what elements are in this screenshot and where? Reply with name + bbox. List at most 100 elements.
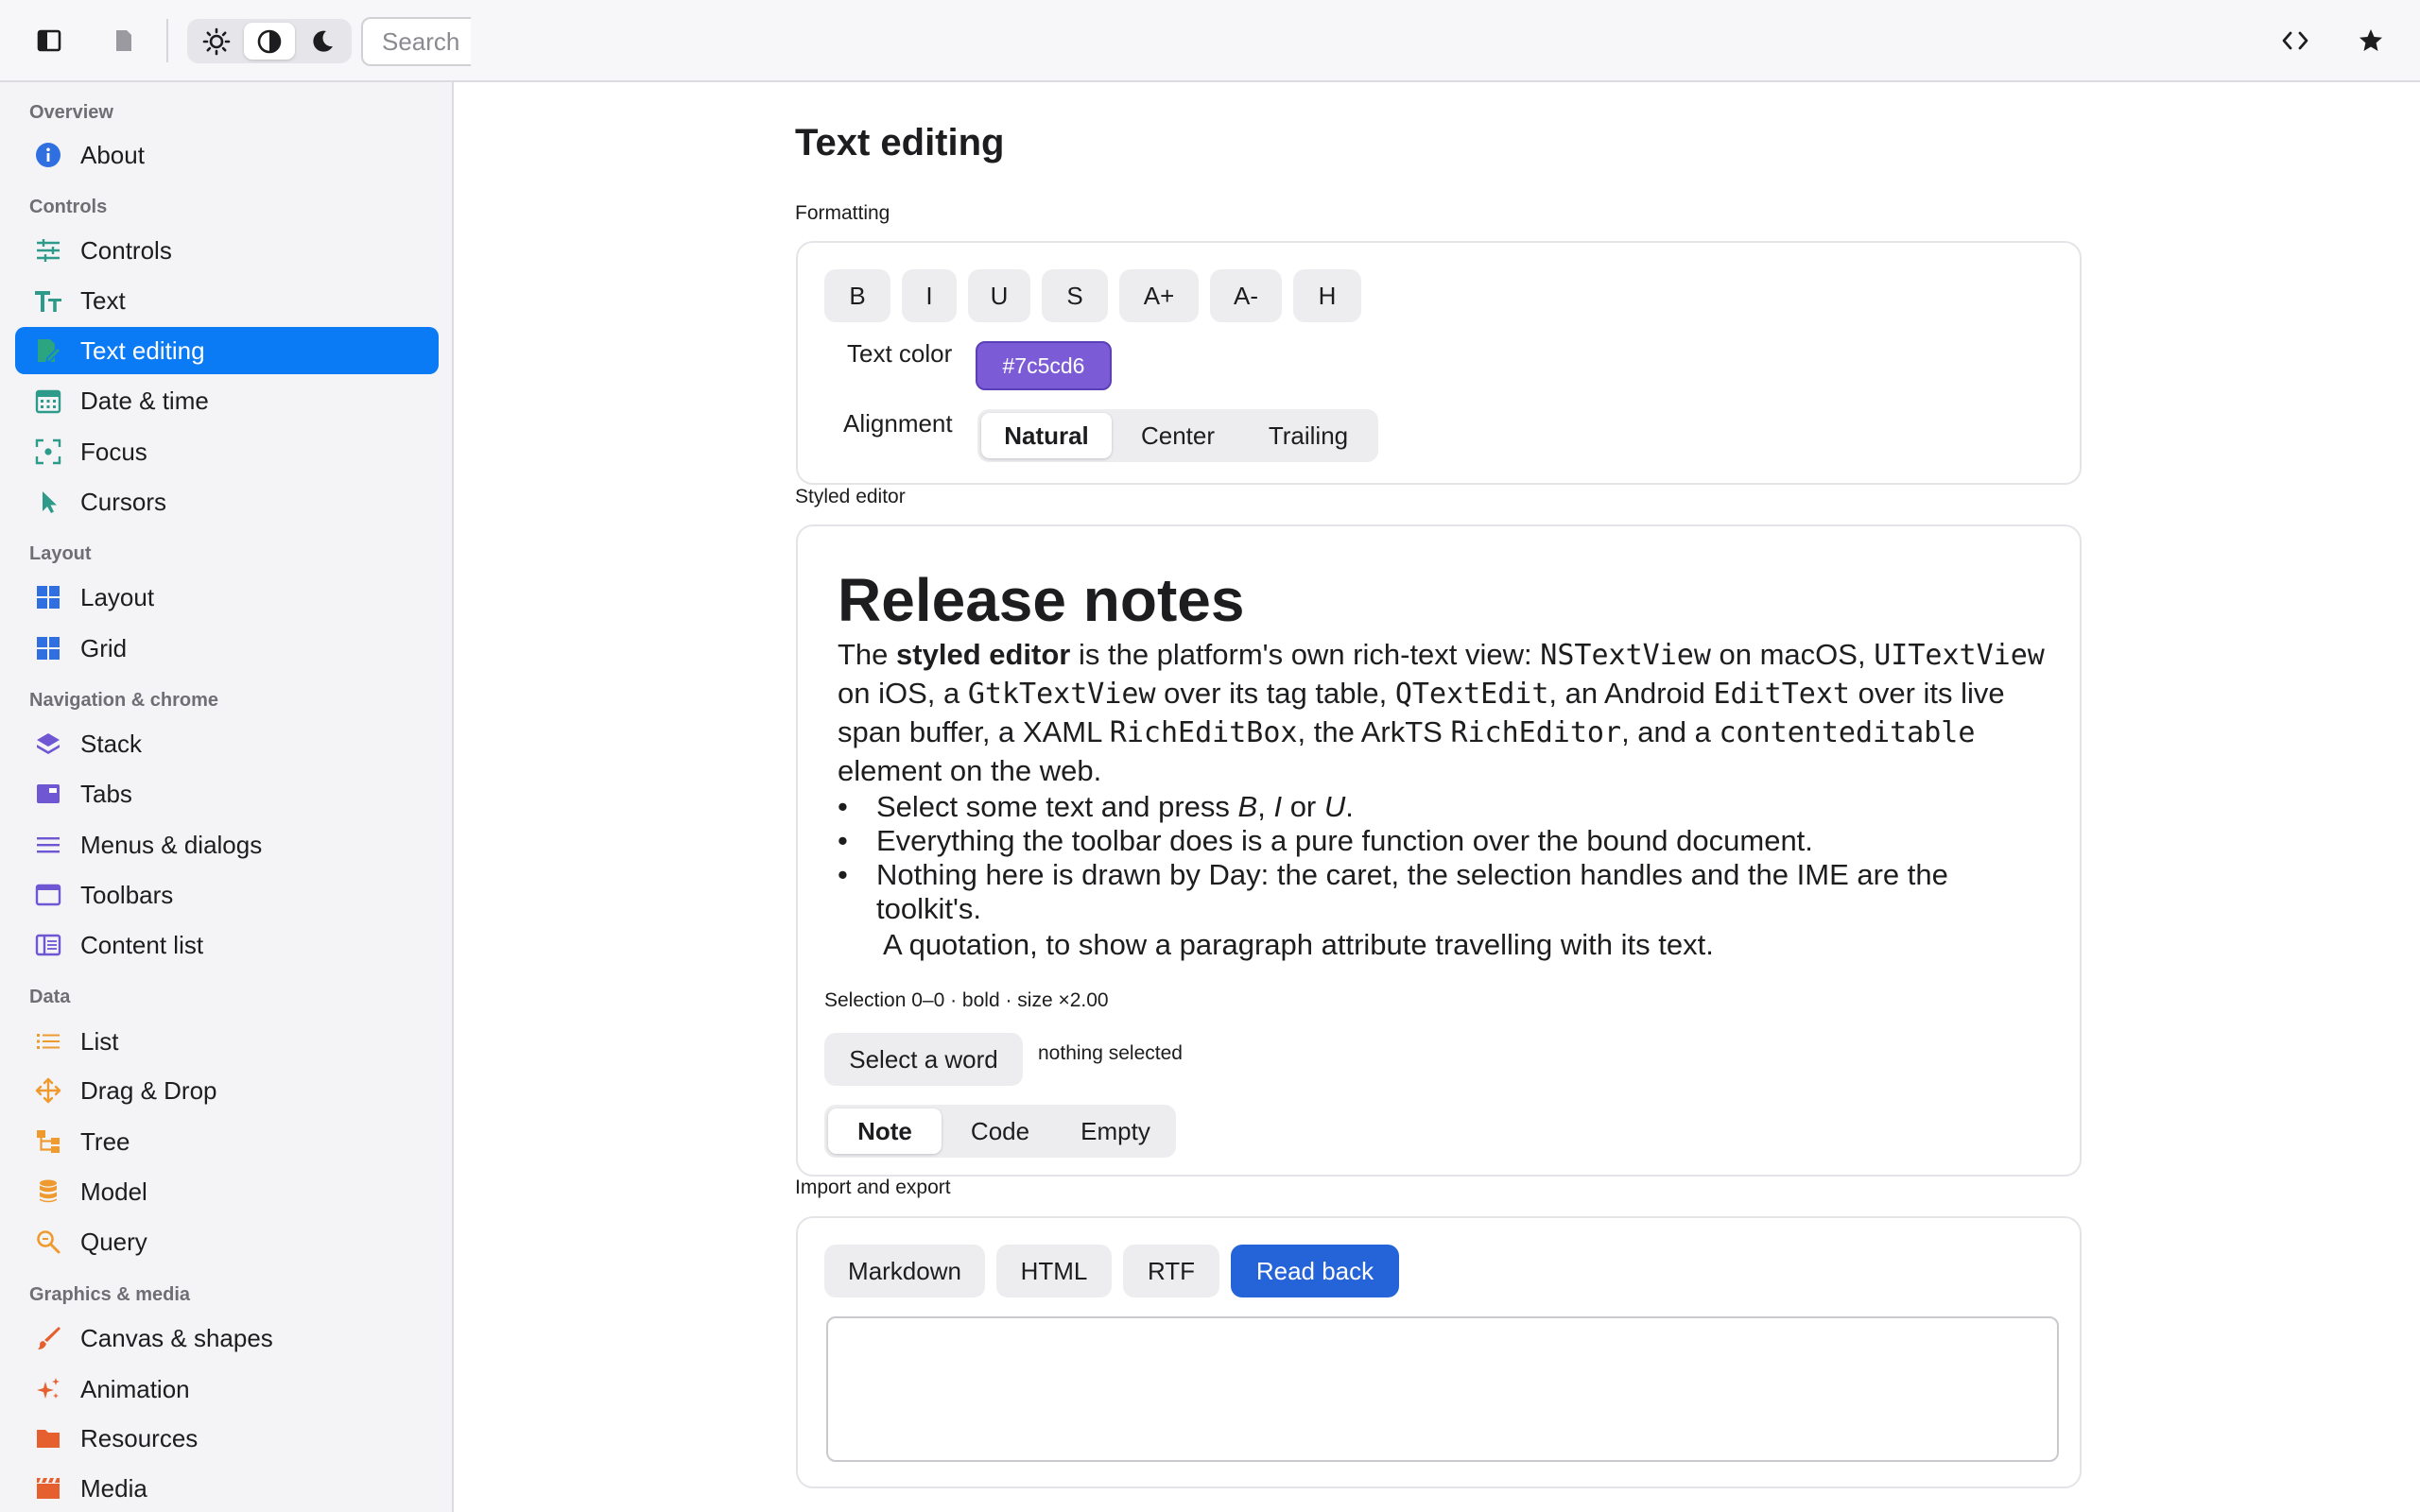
sidebar-toggle-icon[interactable]	[29, 21, 69, 60]
section-title-overview: Overview	[29, 102, 113, 123]
sidebar-item-label: Drag & Drop	[80, 1075, 217, 1105]
tree-icon	[34, 1127, 62, 1156]
read-back-button[interactable]: Read back	[1231, 1245, 1399, 1297]
rtf-button[interactable]: RTF	[1123, 1245, 1219, 1297]
sidebar-item-label: Content list	[80, 930, 204, 959]
main-content: Text editing Formatting B I U S A+ A- H …	[456, 82, 2420, 1512]
database-icon	[34, 1177, 62, 1206]
sidebar-item-text-editing[interactable]: Text editing	[15, 327, 439, 374]
sidebar-item-model[interactable]: Model	[15, 1168, 439, 1215]
grid-icon	[34, 634, 62, 662]
sidebar-item-label: Resources	[80, 1423, 199, 1452]
alignment-center-option[interactable]: Center	[1114, 413, 1242, 458]
decrease-size-button[interactable]: A-	[1210, 269, 1282, 322]
text-color-label: Text color	[847, 339, 953, 368]
sidebar-item-content-list[interactable]: Content list	[15, 921, 439, 969]
sidebar-item-layout[interactable]: Layout	[15, 574, 439, 621]
contrast-icon[interactable]	[244, 23, 295, 60]
alignment-trailing-option[interactable]: Trailing	[1244, 413, 1373, 458]
search-input[interactable]	[361, 17, 471, 66]
section-title-layout: Layout	[29, 543, 92, 564]
sidebar: Overview About Controls Controls Text Te…	[0, 82, 454, 1512]
alignment-natural-option[interactable]: Natural	[981, 413, 1112, 458]
import-export-label: Import and export	[795, 1177, 951, 1198]
preset-note-option[interactable]: Note	[828, 1108, 942, 1154]
underline-button[interactable]: U	[968, 269, 1030, 322]
sidebar-item-label: Tabs	[80, 779, 132, 808]
sun-icon[interactable]	[191, 23, 242, 60]
toolbar-divider	[166, 19, 168, 62]
rich-text-editor[interactable]: Release notes The styled editor is the p…	[838, 564, 2057, 964]
document-icon[interactable]	[104, 21, 144, 60]
cursor-icon	[34, 488, 62, 516]
markdown-button[interactable]: Markdown	[824, 1245, 985, 1297]
search-icon	[34, 1228, 62, 1256]
alignment-segmented-control: Natural Center Trailing	[977, 409, 1378, 462]
section-title-navigation: Navigation & chrome	[29, 690, 219, 711]
sidebar-item-label: Animation	[80, 1374, 190, 1403]
list-item: Nothing here is drawn by Day: the caret,…	[838, 858, 2057, 926]
styled-editor-card: Release notes The styled editor is the p…	[796, 524, 2082, 1177]
sidebar-item-about[interactable]: About	[15, 131, 439, 179]
increase-size-button[interactable]: A+	[1119, 269, 1199, 322]
sidebar-item-label: Canvas & shapes	[80, 1323, 273, 1352]
sidebar-item-text[interactable]: Text	[15, 277, 439, 324]
film-icon	[34, 1474, 62, 1503]
sidebar-item-label: Grid	[80, 633, 128, 662]
sidebar-item-label: Cursors	[80, 487, 167, 516]
moon-icon[interactable]	[297, 23, 348, 60]
brush-icon	[34, 1324, 62, 1352]
theme-switcher	[187, 19, 352, 63]
sidebar-item-stack[interactable]: Stack	[15, 720, 439, 767]
html-button[interactable]: HTML	[996, 1245, 1112, 1297]
preset-empty-option[interactable]: Empty	[1059, 1108, 1172, 1154]
document-preset-segmented-control: Note Code Empty	[824, 1105, 1176, 1158]
sidebar-item-tree[interactable]: Tree	[15, 1118, 439, 1165]
move-icon	[34, 1076, 62, 1105]
sidebar-item-media[interactable]: Media	[15, 1465, 439, 1512]
text-color-picker[interactable]: #7c5cd6	[976, 341, 1112, 390]
sidebar-item-controls[interactable]: Controls	[15, 227, 439, 274]
sidebar-item-date-time[interactable]: Date & time	[15, 377, 439, 424]
italic-button[interactable]: I	[902, 269, 957, 322]
info-icon	[34, 141, 62, 169]
sidebar-item-cursors[interactable]: Cursors	[15, 478, 439, 525]
menu-icon	[34, 831, 62, 859]
highlight-button[interactable]: H	[1293, 269, 1361, 322]
sidebar-item-focus[interactable]: Focus	[15, 428, 439, 475]
sidebar-item-resources[interactable]: Resources	[15, 1415, 439, 1462]
star-icon[interactable]	[2351, 21, 2391, 60]
sidebar-item-grid[interactable]: Grid	[15, 625, 439, 672]
list-item: Everything the toolbar does is a pure fu…	[838, 824, 2057, 858]
list-item: Select some text and press B, I or U.	[838, 790, 2057, 824]
sidebar-item-menus-dialogs[interactable]: Menus & dialogs	[15, 821, 439, 868]
export-output-field[interactable]	[826, 1316, 2059, 1462]
sidebar-item-query[interactable]: Query	[15, 1218, 439, 1265]
sidebar-item-label: Date & time	[80, 386, 209, 415]
sidebar-item-canvas-shapes[interactable]: Canvas & shapes	[15, 1314, 439, 1362]
bold-button[interactable]: B	[824, 269, 890, 322]
code-icon[interactable]	[2275, 21, 2315, 60]
sidebar-item-drag-drop[interactable]: Drag & Drop	[15, 1067, 439, 1114]
sidebar-item-toolbars[interactable]: Toolbars	[15, 871, 439, 919]
document-heading: Release notes	[838, 566, 1245, 634]
sidebar-item-label: List	[80, 1026, 119, 1056]
preset-code-option[interactable]: Code	[943, 1108, 1057, 1154]
sidebar-item-animation[interactable]: Animation	[15, 1366, 439, 1413]
tabs-icon	[34, 780, 62, 808]
layout-grid-icon	[34, 583, 62, 611]
top-toolbar	[0, 0, 2420, 82]
sidebar-item-tabs[interactable]: Tabs	[15, 770, 439, 817]
sidebar-item-list[interactable]: List	[15, 1018, 439, 1065]
document-bullet-list: Select some text and press B, I or U. Ev…	[838, 790, 2057, 926]
select-word-button[interactable]: Select a word	[824, 1033, 1023, 1086]
selection-note: nothing selected	[1038, 1042, 1183, 1064]
sidebar-item-label: Focus	[80, 437, 147, 466]
sparkles-icon	[34, 1375, 62, 1403]
edit-document-icon	[34, 336, 62, 365]
sliders-icon	[34, 236, 62, 265]
sidebar-item-label: Controls	[80, 235, 172, 265]
list-icon	[34, 1027, 62, 1056]
styled-editor-label: Styled editor	[795, 486, 906, 507]
strikethrough-button[interactable]: S	[1042, 269, 1108, 322]
